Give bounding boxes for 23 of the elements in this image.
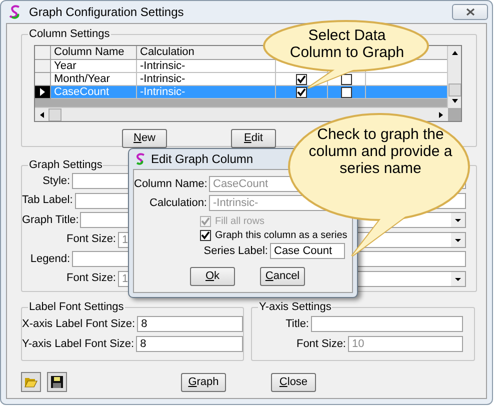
table-cell: -Intrinsic- (137, 86, 276, 99)
group-title: Graph Settings (28, 158, 104, 172)
field-label: Graph Title: (22, 212, 80, 228)
window-title: Graph Configuration Settings (29, 4, 185, 21)
group-title: Y-axis Settings (258, 300, 332, 314)
field-label: Legend: (29, 252, 72, 267)
checkbox-label: Fill all rows (215, 214, 264, 228)
field-label: Style: (42, 174, 72, 189)
group-title: Column Settings (28, 27, 111, 41)
field-label: Tab Label: (22, 193, 74, 208)
field-label: Title: (284, 316, 310, 332)
field-label: Font Size: (65, 232, 117, 248)
dialog-title: Edit Graph Column (151, 151, 254, 168)
field-label: Calculation: (148, 196, 208, 211)
field-label: Column Name: (134, 176, 208, 192)
field-label: X-axis Label Font Size: (22, 316, 136, 332)
table-cell: CaseCount (51, 86, 137, 99)
field-label: Font Size: (295, 336, 347, 352)
group-title: Label Font Settings (28, 300, 125, 314)
field-label: Y-axis Label Font Size: (22, 336, 136, 352)
field-label: Font Size: (65, 271, 117, 286)
checkbox-label: Graph this column as a series (215, 228, 348, 242)
field-label: Series Label: (202, 244, 269, 259)
